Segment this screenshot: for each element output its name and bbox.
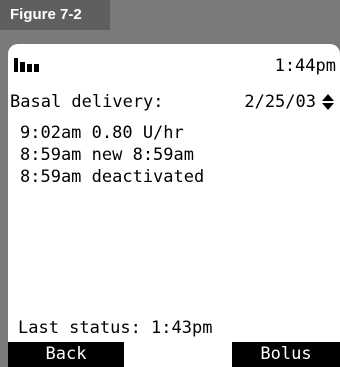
log-entry: 8:59am deactivated [20,167,205,187]
clock-time: 1:44pm [274,56,336,76]
history-log: 9:02am 0.80 U/hr 8:59am new 8:59am 8:59a… [20,122,204,188]
softkey-bar: Back Bolus [8,342,340,367]
signal-strength-icon [14,58,40,72]
bolus-softkey[interactable]: Bolus [232,342,340,367]
basal-delivery-label: Basal delivery: [10,92,164,112]
basal-delivery-date: 2/25/03 [244,92,316,112]
last-status-text: Last status: 1:43pm [18,318,213,338]
device-screen: 1:44pm Basal delivery: 2/25/03 9:02am 0.… [8,44,340,367]
figure-frame: Figure 7-2 1:44pm Basal delivery: 2/25/0… [0,0,340,367]
figure-tab: Figure 7-2 [0,0,110,30]
figure-label: Figure 7-2 [10,6,82,23]
up-down-arrows-icon[interactable] [322,94,334,112]
arrow-down-icon [322,103,334,110]
back-softkey[interactable]: Back [8,342,124,367]
log-entry: 9:02am 0.80 U/hr [20,123,184,143]
log-entry: 8:59am new 8:59am [20,145,194,165]
arrow-up-icon [322,94,334,101]
